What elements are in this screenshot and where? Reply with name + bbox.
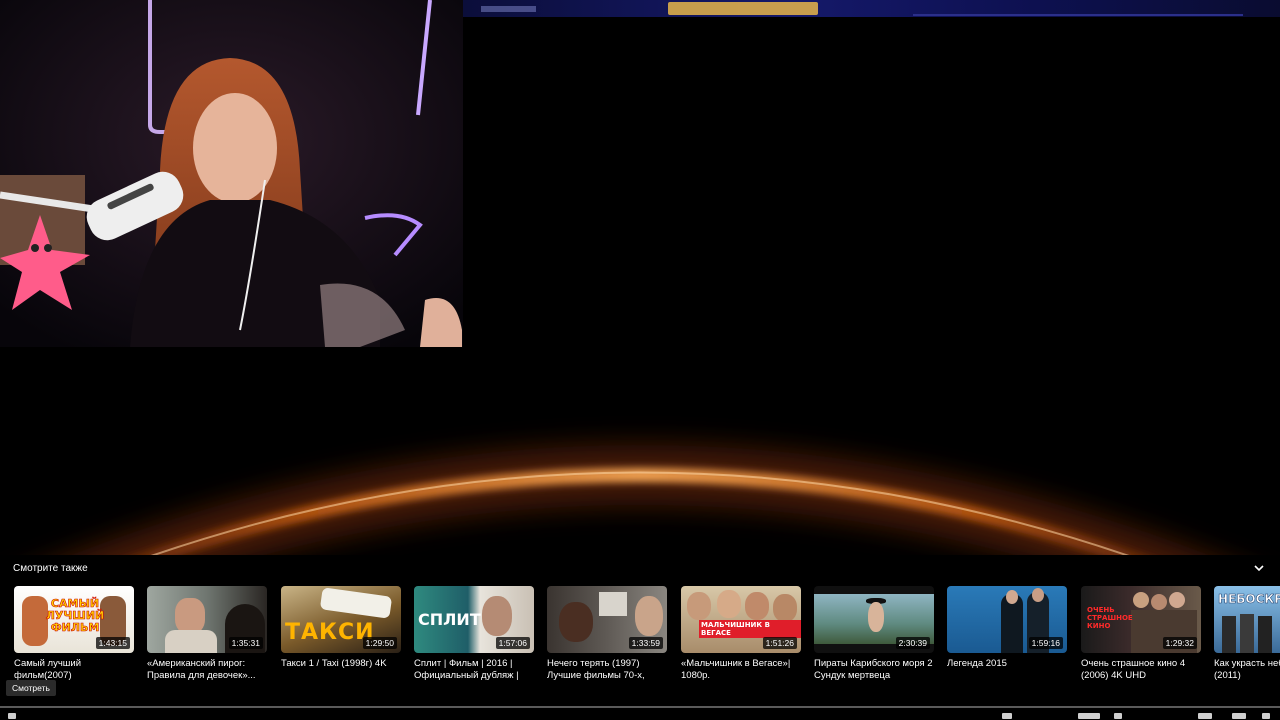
video-thumbnail: 2:30:39 xyxy=(814,586,934,653)
related-heading: Смотрите также xyxy=(13,563,88,574)
video-duration: 1:33:59 xyxy=(628,637,663,649)
video-title: «Американский пирог: Правила для девочек… xyxy=(147,658,256,681)
related-video-card[interactable]: 1:33:59 Нечего терять (1997) Лучшие филь… xyxy=(547,586,667,681)
video-thumbnail: ОЧЕНЬ СТРАШНОЕ КИНО 1:29:32 xyxy=(1081,586,1201,653)
video-title: Легенда 2015 xyxy=(947,658,1007,669)
volume-icon[interactable] xyxy=(1002,713,1012,719)
video-duration: 1:29:50 xyxy=(362,637,397,649)
video-thumbnail: 1:33:59 xyxy=(547,586,667,653)
banner-small-text xyxy=(481,6,536,12)
related-videos-panel: Смотрите также САМЫЙ ЛУЧШИЙ ФИЛЬМ 1:43:1… xyxy=(0,555,1280,720)
glowing-horizon-arc xyxy=(71,445,1209,555)
video-title: Такси 1 / Taxi (1998г) 4K xyxy=(281,658,387,669)
thumbnail-text: МАЛЬЧИШНИК В ВЕГАСЕ xyxy=(699,620,801,638)
video-thumbnail: ТАКСИ 1:29:50 xyxy=(281,586,401,653)
related-video-card[interactable]: МАЛЬЧИШНИК В ВЕГАСЕ 1:51:26 «Мальчишник … xyxy=(681,586,801,681)
thumbnail-text: ТАКСИ xyxy=(285,620,375,645)
related-video-card[interactable]: 1:35:31 «Американский пирог: Правила для… xyxy=(147,586,267,681)
video-thumbnail: НЕБОСКРЕБ xyxy=(1214,586,1280,653)
progress-bar[interactable] xyxy=(0,706,1280,708)
video-thumbnail: 1:59:16 xyxy=(947,586,1067,653)
thumbnail-text: НЕБОСКРЕБ xyxy=(1218,592,1280,607)
webcam-overlay xyxy=(0,0,463,347)
chevron-down-icon[interactable] xyxy=(1252,561,1266,575)
watch-tooltip: Смотреть xyxy=(6,680,56,696)
video-duration: 1:43:15 xyxy=(95,637,130,649)
thumbnail-text: САМЫЙ ЛУЧШИЙ ФИЛЬМ xyxy=(45,597,105,634)
related-video-card[interactable]: 1:59:16 Легенда 2015 xyxy=(947,586,1067,669)
video-duration: 1:59:16 xyxy=(1028,637,1063,649)
video-player[interactable] xyxy=(0,0,1280,555)
thumbnail-text: СПЛИТ xyxy=(418,610,481,629)
banner-logo xyxy=(668,2,818,15)
video-thumbnail: МАЛЬЧИШНИК В ВЕГАСЕ 1:51:26 xyxy=(681,586,801,653)
related-video-card[interactable]: СПЛИТ 1:57:06 Сплит | Фильм | 2016 | Офи… xyxy=(414,586,534,681)
fullscreen-icon[interactable] xyxy=(1262,713,1270,719)
subtitles-icon[interactable] xyxy=(1114,713,1122,719)
video-title: Сплит | Фильм | 2016 | Официальный дубля… xyxy=(414,658,519,681)
video-title: Как украсть небоскреб (2011) xyxy=(1214,658,1280,681)
player-controls xyxy=(0,712,1280,720)
video-thumbnail: СПЛИТ 1:57:06 xyxy=(414,586,534,653)
video-duration: 1:51:26 xyxy=(762,637,797,649)
banner-bar xyxy=(913,14,1243,16)
related-video-card[interactable]: ТАКСИ 1:29:50 Такси 1 / Taxi (1998г) 4K xyxy=(281,586,401,669)
related-video-card[interactable]: 2:30:39 Пираты Карибского моря 2 Сундук … xyxy=(814,586,934,681)
video-title: Пираты Карибского моря 2 Сундук мертвеца xyxy=(814,658,933,681)
related-video-card[interactable]: ОЧЕНЬ СТРАШНОЕ КИНО 1:29:32 Очень страшн… xyxy=(1081,586,1201,681)
video-title: «Мальчишник в Вегасе»| 1080р. xyxy=(681,658,791,681)
toggle-icon[interactable] xyxy=(1078,713,1100,719)
settings-icon[interactable] xyxy=(1232,713,1246,719)
related-video-card[interactable]: НЕБОСКРЕБ Как украсть небоскреб (2011) xyxy=(1214,586,1280,681)
video-thumbnail: 1:35:31 xyxy=(147,586,267,653)
video-duration: 2:30:39 xyxy=(895,637,930,649)
play-icon[interactable] xyxy=(8,713,16,719)
thumbnail-text: ОЧЕНЬ СТРАШНОЕ КИНО xyxy=(1087,606,1133,630)
related-video-card[interactable]: САМЫЙ ЛУЧШИЙ ФИЛЬМ 1:43:15 Самый лучший … xyxy=(14,586,134,681)
video-duration: 1:35:31 xyxy=(228,637,263,649)
video-title: Самый лучший фильм(2007) xyxy=(14,658,82,681)
miniplayer-icon[interactable] xyxy=(1198,713,1212,719)
video-title: Очень страшное кино 4 (2006) 4K UHD xyxy=(1081,658,1186,681)
video-title: Нечего терять (1997) Лучшие фильмы 70-х,… xyxy=(547,658,645,681)
video-duration: 1:57:06 xyxy=(495,637,530,649)
video-thumbnail: САМЫЙ ЛУЧШИЙ ФИЛЬМ 1:43:15 xyxy=(14,586,134,653)
game-banner xyxy=(463,0,1280,17)
video-duration: 1:29:32 xyxy=(1162,637,1197,649)
